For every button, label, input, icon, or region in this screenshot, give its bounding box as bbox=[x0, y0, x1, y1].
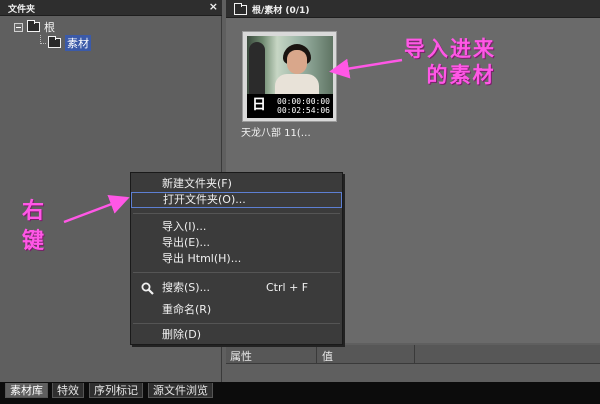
folder-panel-header: 文件夹 × bbox=[0, 0, 222, 16]
tree-connector bbox=[40, 43, 46, 44]
menu-item-delete[interactable]: 删除(D) bbox=[131, 327, 342, 343]
menu-item-export-html[interactable]: 导出 Html(H)... bbox=[131, 251, 342, 267]
menu-item-search[interactable]: 搜索(S)... Ctrl + F bbox=[131, 280, 342, 296]
folder-panel-title: 文件夹 bbox=[8, 5, 36, 15]
folder-icon bbox=[234, 3, 247, 15]
bin-panel-header: 根/素材 (0/1) bbox=[226, 0, 600, 18]
app-window: 文件夹 × 根 素材 根/素材 (0/1) 日 00:00:00:00 00:0… bbox=[0, 0, 600, 404]
menu-item-import[interactable]: 导入(I)... bbox=[131, 219, 342, 235]
property-column-header[interactable]: 属性 bbox=[230, 348, 252, 364]
clip-name[interactable]: 天龙八部 11(… bbox=[241, 124, 311, 139]
tree-item-material[interactable]: 素材 bbox=[48, 35, 91, 51]
folder-icon bbox=[48, 36, 61, 48]
tab-sequence-markers[interactable]: 序列标记 bbox=[89, 383, 143, 398]
tree-item-label: 素材 bbox=[65, 35, 91, 51]
bin-path-title: 根/素材 (0/1) bbox=[252, 6, 310, 16]
video-frame bbox=[247, 36, 333, 94]
annotation-line: 导入进来 bbox=[404, 36, 496, 61]
annotation-right-click: 右键 bbox=[22, 198, 45, 254]
value-column-header[interactable]: 值 bbox=[322, 348, 333, 364]
clip-image: 日 00:00:00:00 00:02:54:06 bbox=[247, 36, 333, 118]
tab-source-browser[interactable]: 源文件浏览 bbox=[148, 383, 213, 398]
menu-separator bbox=[133, 272, 340, 273]
column-divider[interactable] bbox=[316, 345, 317, 364]
menu-item-export[interactable]: 导出(E)... bbox=[131, 235, 342, 251]
tab-effects[interactable]: 特效 bbox=[52, 383, 84, 398]
tab-library[interactable]: 素材库 bbox=[5, 383, 48, 398]
properties-header: 属性 值 bbox=[226, 345, 600, 364]
menu-separator bbox=[133, 323, 340, 324]
search-icon bbox=[141, 282, 154, 295]
menu-separator bbox=[133, 213, 340, 214]
clip-day-marker: 日 bbox=[252, 97, 266, 113]
menu-item-shortcut: Ctrl + F bbox=[266, 281, 309, 294]
panel-tabbar: 素材库 特效 序列标记 源文件浏览 bbox=[0, 382, 600, 404]
properties-panel: 属性 值 bbox=[226, 345, 600, 382]
column-divider[interactable] bbox=[414, 345, 415, 364]
clip-duration-timecode: 00:02:54:06 bbox=[277, 106, 330, 115]
collapse-icon[interactable] bbox=[14, 22, 23, 32]
clip-thumbnail[interactable]: 日 00:00:00:00 00:02:54:06 bbox=[242, 31, 337, 122]
folder-icon bbox=[27, 20, 40, 32]
annotation-imported-material: 导入进来 的素材 bbox=[404, 36, 496, 88]
menu-item-new-folder[interactable]: 新建文件夹(F) bbox=[131, 176, 342, 192]
menu-item-rename[interactable]: 重命名(R) bbox=[131, 302, 342, 318]
clip-in-timecode: 00:00:00:00 bbox=[277, 97, 330, 106]
menu-item-open-folder[interactable]: 打开文件夹(O)... bbox=[131, 192, 342, 208]
tree-item-root[interactable]: 根 bbox=[14, 20, 55, 34]
annotation-line: 的素材 bbox=[426, 62, 496, 87]
clip-info-bar: 日 00:00:00:00 00:02:54:06 bbox=[247, 94, 333, 118]
context-menu: 新建文件夹(F) 打开文件夹(O)... 导入(I)... 导出(E)... 导… bbox=[130, 172, 343, 345]
menu-item-label: 搜索(S)... bbox=[162, 281, 211, 294]
close-icon[interactable]: × bbox=[209, 1, 218, 13]
tree-item-label: 根 bbox=[44, 21, 55, 34]
